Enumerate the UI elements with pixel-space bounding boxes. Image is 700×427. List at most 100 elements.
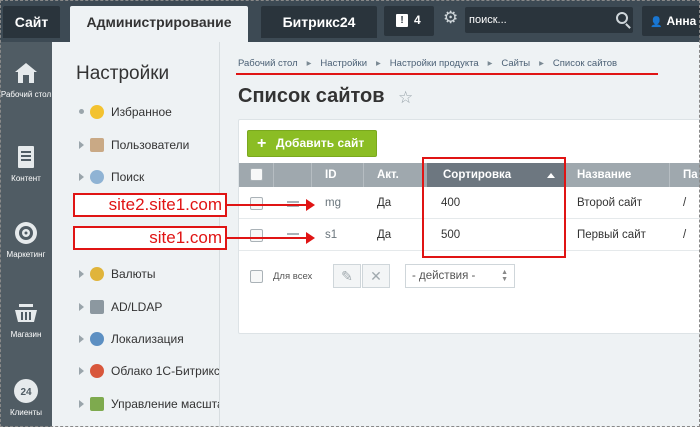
breadcrumb-item[interactable]: Настройки [320,58,367,69]
callout-arrow-line [227,237,307,239]
chevron-right-icon: ▸ [376,58,381,69]
menu-item-favorites[interactable]: Избранное [79,105,219,119]
clients-24-icon: 24 [14,379,38,403]
scaling-icon [90,397,104,411]
svg-text:24: 24 [20,387,32,398]
callout-arrow-line [227,204,307,206]
menu-item-label: Поиск [111,170,145,184]
target-icon [15,222,37,244]
tab-administration[interactable]: Администрирование [70,6,248,42]
menu-item-localization[interactable]: Локализация [79,332,219,346]
menu-item-search[interactable]: Поиск [79,170,219,184]
cell-id[interactable]: mg [325,188,341,219]
rail-item-marketing[interactable]: Маркетинг [0,220,52,260]
cell-name: Первый сайт [577,229,646,241]
column-divider [363,163,364,187]
close-icon: ✕ [370,268,382,284]
updown-arrows-icon: ▲ ▼ [501,269,508,283]
plus-icon: + [257,135,267,152]
menu-item-label: AD/LDAP [111,300,163,314]
tab-site[interactable]: Сайт [3,6,60,38]
arrow-right-icon [306,232,315,244]
cell-path: / [683,197,687,209]
favorite-star-icon[interactable]: ☆ [398,88,413,108]
add-site-button[interactable]: + Добавить сайт [247,130,377,157]
column-header-name[interactable]: Название [577,163,631,187]
rail-item-desktop[interactable]: Рабочий стол [0,60,52,100]
row-checkbox[interactable] [250,229,263,242]
chevron-right-icon: ▸ [306,58,312,69]
menu-item-users[interactable]: Пользователи [79,138,219,152]
rail-label: Рабочий стол [0,90,52,99]
for-all-label: Для всех [273,271,313,282]
search-icon[interactable] [616,12,628,24]
breadcrumb-highlight-line [236,73,658,75]
expand-arrow-icon [79,400,84,408]
rail-item-shop[interactable]: Магазин [0,300,52,340]
cell-name: Второй сайт [577,197,643,209]
rail-label: Магазин [10,330,42,339]
menu-item-cloud[interactable]: Облако 1С-Битрикс [79,364,219,378]
cloud-icon [90,364,104,378]
bullet-icon [79,109,84,114]
breadcrumb-item[interactable]: Настройки продукта [390,58,479,69]
notification-icon: ! [396,14,408,27]
menu-item-label: Избранное [111,105,172,119]
user-icon: 👤 [650,17,663,28]
cell-active: Да [377,229,392,241]
column-divider [311,163,312,187]
rail-item-content[interactable]: Контент [0,144,52,184]
expand-arrow-icon [79,367,84,375]
breadcrumb-item[interactable]: Сайты [501,58,530,69]
search-box [465,7,633,33]
rail-label: Клиенты [9,408,43,417]
table-footer: Для всех ✎ ✕ - действия - ▲ ▼ [239,260,700,296]
breadcrumb: Рабочий стол ▸ Настройки ▸ Настройки продукт… [238,58,617,69]
edit-button[interactable]: ✎ [333,264,361,288]
basket-icon [15,304,37,322]
notifications-button[interactable]: ! 4 [384,6,434,36]
magnifier-icon [90,170,104,184]
add-site-label: Добавить сайт [276,136,365,150]
column-header-id[interactable]: ID [325,163,337,187]
coin-icon [90,267,104,281]
column-header-active[interactable]: Акт. [377,163,399,187]
cell-id[interactable]: s1 [325,220,337,251]
menu-item-label: Пользователи [111,138,190,152]
actions-select[interactable]: - действия - ▲ ▼ [405,264,515,288]
breadcrumb-item[interactable]: Рабочий стол [238,58,298,69]
rail-label: Контент [11,174,41,183]
expand-arrow-icon [79,303,84,311]
delete-button[interactable]: ✕ [362,264,390,288]
rail-item-clients[interactable]: 24 Клиенты [0,378,52,418]
tab-bitrix24[interactable]: Битрикс24 [261,6,377,38]
column-header-path[interactable]: Па [683,163,698,187]
menu-item-currencies[interactable]: Валюты [79,267,219,281]
select-all-checkbox[interactable] [250,168,263,181]
actions-select-value: - действия - [412,270,476,282]
expand-arrow-icon [79,335,84,343]
gear-icon[interactable]: ⚙ [443,9,461,27]
menu-item-ldap[interactable]: AD/LDAP [79,300,219,314]
search-input[interactable] [469,10,609,30]
left-rail: Рабочий стол Контент Маркетинг Магазин 2… [0,42,52,427]
column-divider [669,163,670,187]
rail-label: Маркетинг [6,250,46,259]
star-icon [90,105,104,119]
menu-item-scaling[interactable]: Управление масштабированием [79,397,219,411]
user-menu[interactable]: 👤 Анна [642,6,700,36]
notifications-count: 4 [414,13,421,27]
for-all-checkbox[interactable] [250,270,263,283]
callout-site2: site2.site1.com [73,193,227,217]
home-icon [15,63,37,83]
server-icon [90,300,104,314]
cell-active: Да [377,197,392,209]
globe-icon [90,332,104,346]
sort-column-highlight [422,157,566,258]
callout-site1: site1.com [73,226,227,250]
menu-item-label: Управление масштабированием [111,397,219,411]
pencil-icon: ✎ [341,268,353,284]
chevron-right-icon: ▸ [487,58,493,69]
document-icon [18,146,34,168]
user-icon [90,138,104,152]
